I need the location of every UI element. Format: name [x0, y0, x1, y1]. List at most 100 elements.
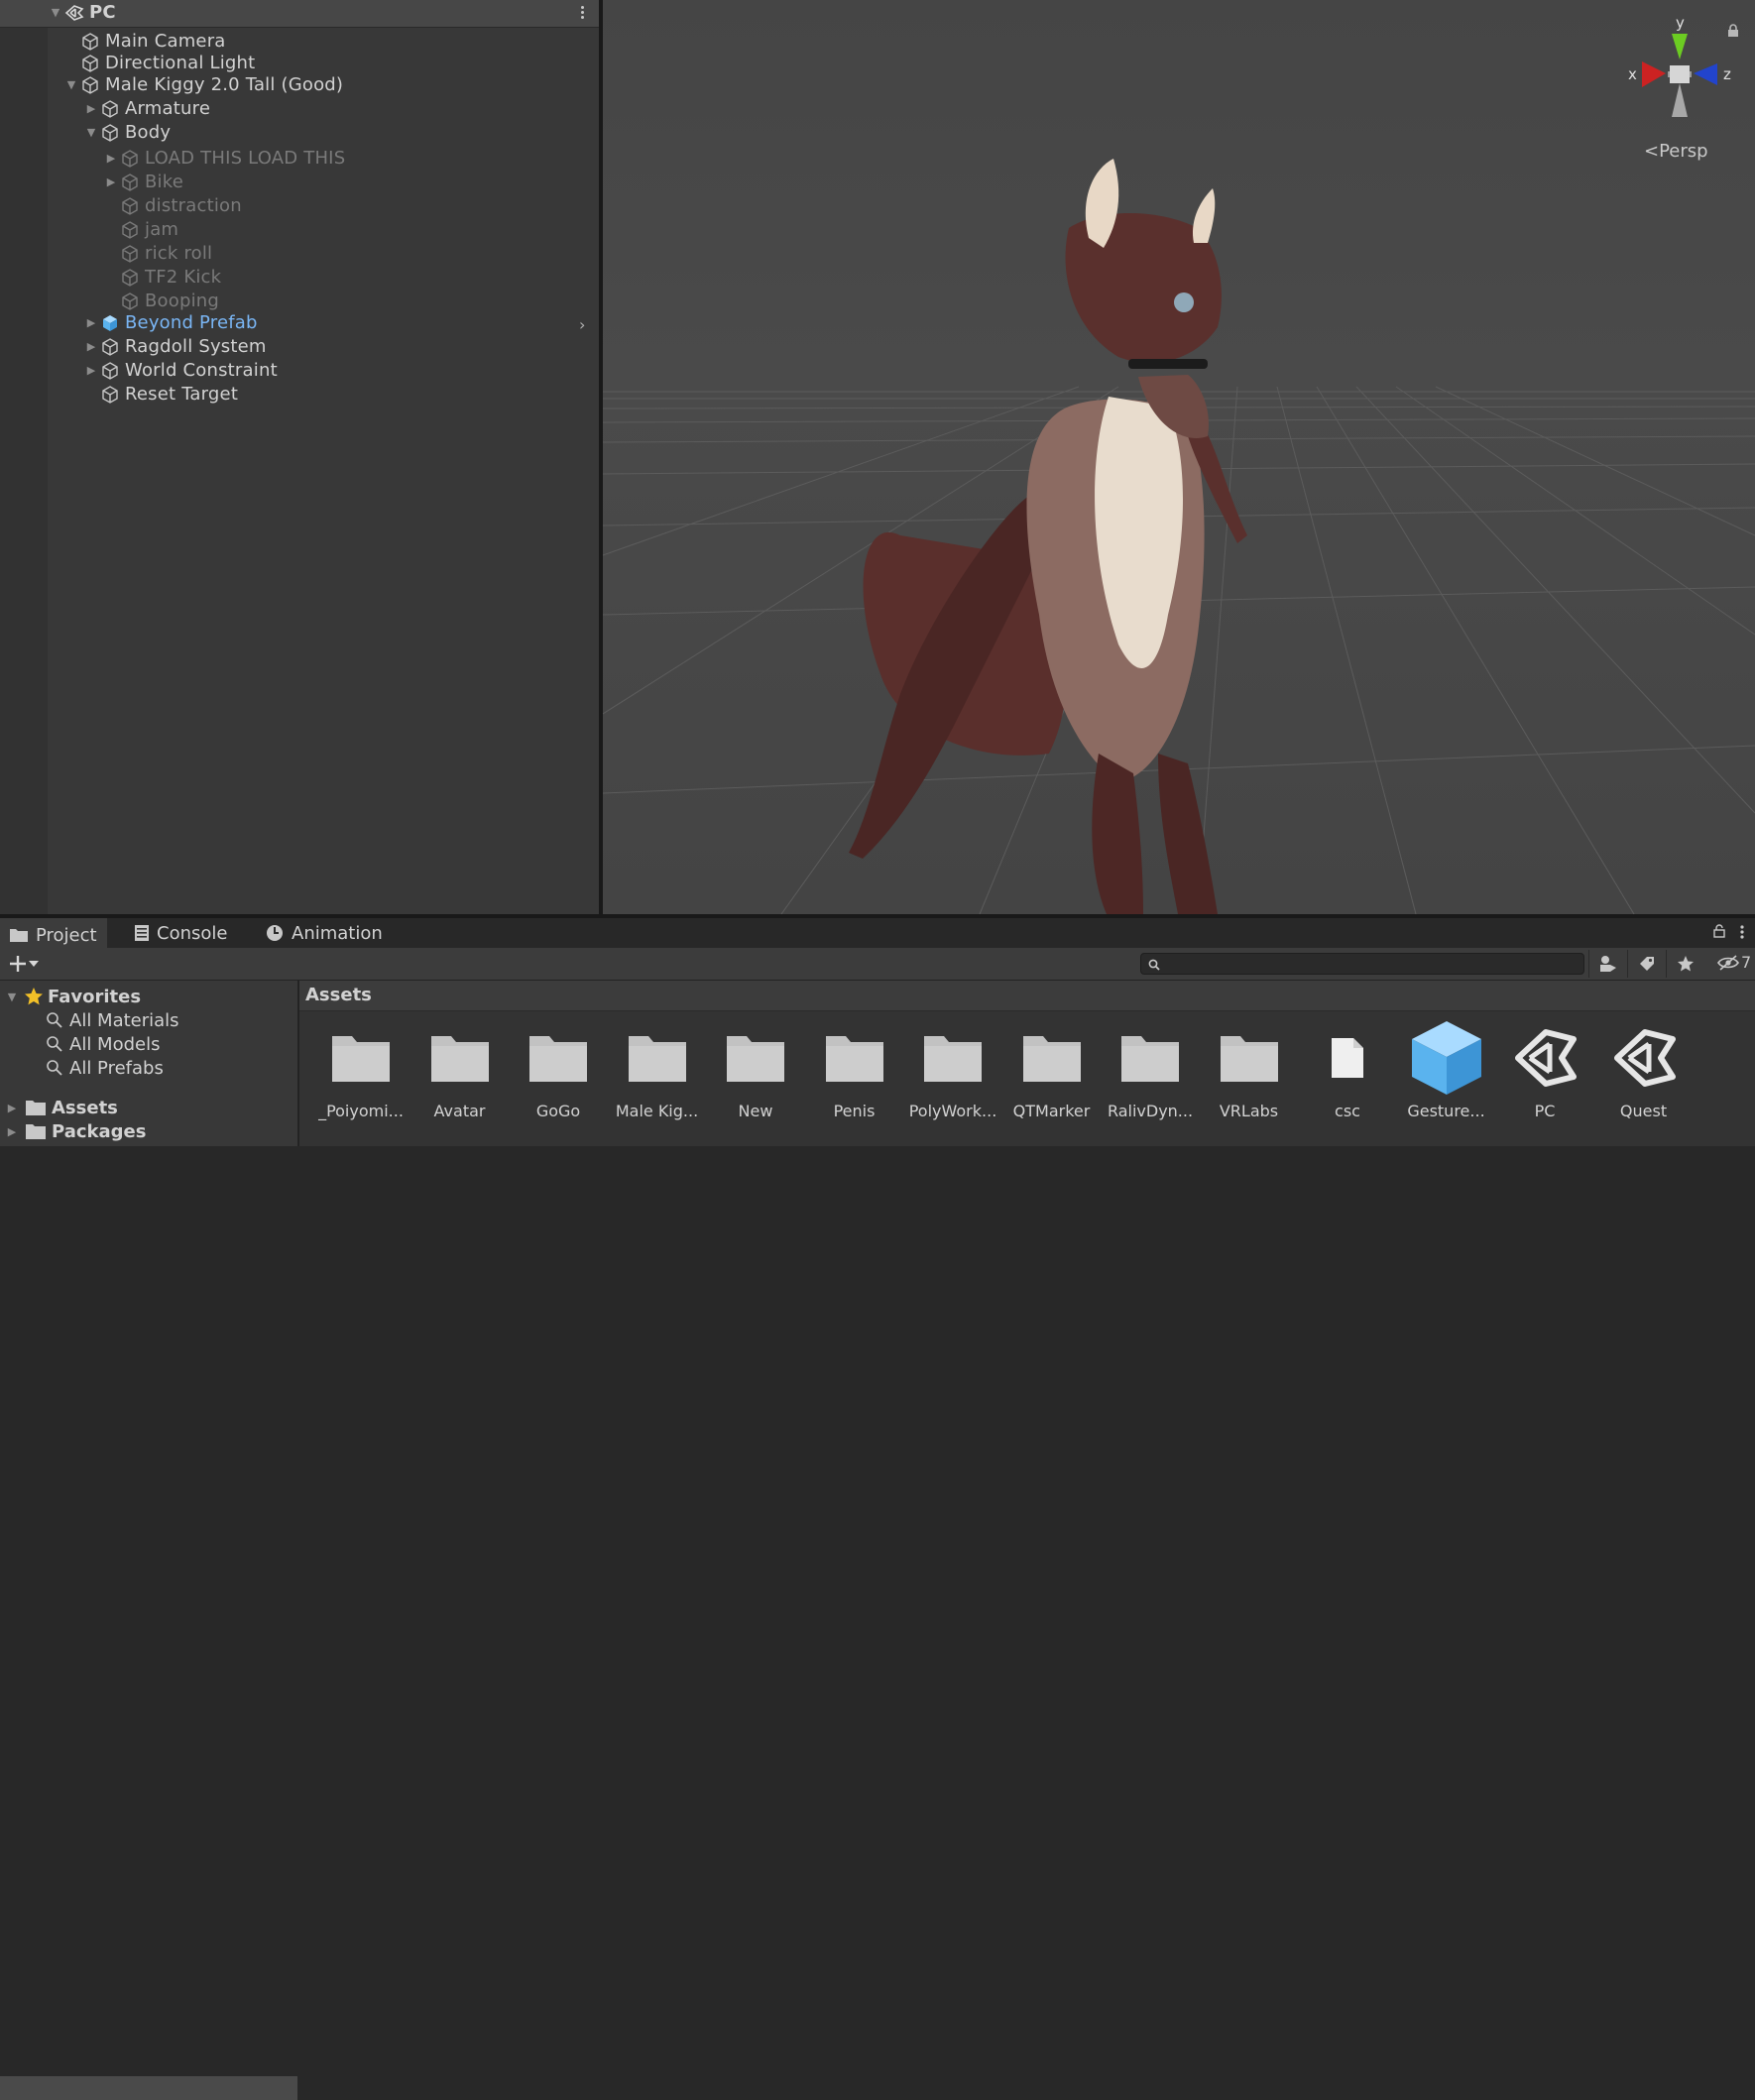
scene-view[interactable]: y x z <Persp — [603, 0, 1755, 914]
search-by-label-button[interactable] — [1627, 950, 1666, 978]
asset-tile[interactable]: Gesture... — [1399, 1018, 1494, 1137]
hierarchy-item-inactive[interactable]: jam — [119, 218, 178, 242]
folder-icon — [420, 1018, 500, 1098]
asset-tile[interactable]: QTMarker — [1004, 1018, 1100, 1137]
hierarchy-item[interactable]: Directional Light — [79, 52, 255, 75]
hierarchy-item-label: Body — [125, 122, 172, 143]
asset-tile[interactable]: csc — [1300, 1018, 1395, 1137]
collapsed-arrow-icon[interactable]: ▶ — [83, 311, 99, 335]
hierarchy-item-inactive[interactable]: ▶ LOAD THIS LOAD THIS — [103, 147, 345, 171]
collapsed-arrow-icon[interactable]: ▶ — [83, 335, 99, 359]
asset-tile[interactable]: PC — [1497, 1018, 1592, 1137]
gizmo-z-label: z — [1723, 65, 1731, 83]
save-search-button[interactable] — [1666, 950, 1704, 978]
hierarchy-item[interactable]: ▶ Armature — [83, 97, 210, 121]
asset-name: New — [738, 1102, 773, 1120]
tree-favorites[interactable]: ▼ Favorites — [4, 985, 141, 1008]
collapsed-arrow-icon[interactable]: ▶ — [103, 147, 119, 171]
tree-favorite-item[interactable]: All Prefabs — [46, 1056, 164, 1080]
folder-icon — [618, 1018, 697, 1098]
expand-arrow-icon[interactable]: ▼ — [63, 73, 79, 97]
hierarchy-item-inactive[interactable]: distraction — [119, 194, 242, 218]
asset-name: _Poiyomi... — [318, 1102, 404, 1120]
asset-tile[interactable]: New — [708, 1018, 803, 1137]
tree-favorite-item[interactable]: All Models — [46, 1032, 160, 1056]
hidden-packages-toggle[interactable]: 7 — [1717, 953, 1751, 972]
gameobject-cube-icon — [79, 74, 101, 96]
expand-arrow-icon[interactable]: ▼ — [83, 121, 99, 145]
asset-tile[interactable]: Avatar — [412, 1018, 508, 1137]
hierarchy-item[interactable]: ▶ World Constraint — [83, 359, 278, 383]
tree-favorite-item[interactable]: All Materials — [46, 1008, 179, 1032]
asset-tile[interactable]: Penis — [807, 1018, 902, 1137]
lock-icon[interactable] — [1713, 924, 1725, 938]
more-options-icon[interactable] — [1739, 924, 1745, 940]
collapsed-arrow-icon[interactable]: ▶ — [83, 97, 99, 121]
file-icon — [1308, 1018, 1387, 1098]
z-axis-cone[interactable] — [1694, 63, 1717, 85]
collapsed-arrow-icon[interactable]: ▶ — [4, 1102, 20, 1114]
y-axis-cone[interactable] — [1672, 34, 1688, 59]
hierarchy-item[interactable]: ▼ Male Kiggy 2.0 Tall (Good) — [63, 73, 343, 97]
hierarchy-item[interactable]: ▶ Ragdoll System — [83, 335, 267, 359]
eye-hidden-icon — [1717, 954, 1739, 971]
hierarchy-item-inactive[interactable]: ▶ Bike — [103, 171, 183, 194]
tree-root-assets[interactable]: ▶ Assets — [4, 1096, 118, 1119]
tab-bar-controls — [1713, 924, 1745, 940]
search-input[interactable] — [1140, 953, 1584, 975]
folder-icon — [10, 929, 28, 942]
asset-tile[interactable]: RalivDyn... — [1103, 1018, 1198, 1137]
scene-name: PC — [89, 2, 116, 23]
prefab-open-chevron-icon[interactable]: › — [579, 315, 585, 334]
asset-name: PC — [1534, 1102, 1556, 1120]
search-icon — [1148, 959, 1160, 971]
folder-icon — [815, 1018, 894, 1098]
expand-arrow-icon[interactable]: ▼ — [4, 991, 20, 1003]
gameobject-cube-icon — [119, 172, 141, 193]
asset-tile[interactable]: GoGo — [511, 1018, 606, 1137]
hierarchy-item[interactable]: Reset Target — [99, 383, 238, 407]
collapsed-arrow-icon[interactable]: ▶ — [4, 1125, 20, 1138]
tree-root-packages[interactable]: ▶ Packages — [4, 1119, 147, 1143]
hierarchy-item-label: Armature — [125, 98, 211, 119]
gizmo-x-label: x — [1628, 65, 1637, 83]
gizmo-center-cube[interactable] — [1670, 65, 1690, 83]
asset-name: csc — [1335, 1102, 1360, 1120]
asset-name: Avatar — [433, 1102, 486, 1120]
asset-tile[interactable]: Quest — [1596, 1018, 1692, 1137]
collapsed-arrow-icon[interactable]: ▶ — [83, 359, 99, 383]
gameobject-cube-icon — [119, 243, 141, 265]
projection-label: Persp — [1659, 141, 1708, 162]
hierarchy-item-inactive[interactable]: TF2 Kick — [119, 266, 221, 290]
hierarchy-item-prefab[interactable]: ▶ Beyond Prefab — [83, 311, 258, 335]
scene-header-row[interactable]: ▼ PC — [0, 0, 599, 28]
lock-icon[interactable] — [1727, 24, 1739, 38]
gameobject-cube-icon — [99, 336, 121, 358]
hierarchy-item[interactable]: ▼ Body — [83, 121, 171, 145]
breadcrumb[interactable]: Assets — [305, 985, 372, 1005]
tab-console[interactable]: Console — [125, 918, 237, 948]
tab-animation[interactable]: Animation — [256, 918, 393, 948]
hierarchy-item-inactive[interactable]: Booping — [119, 290, 219, 313]
orientation-gizmo[interactable]: y x z — [1596, 14, 1745, 133]
collapsed-arrow-icon[interactable]: ▶ — [103, 171, 119, 194]
tab-project[interactable]: Project — [0, 918, 107, 950]
create-button[interactable] — [8, 952, 48, 976]
asset-tile[interactable]: PolyWork... — [905, 1018, 1000, 1137]
search-icon — [47, 1060, 62, 1076]
asset-tile[interactable]: _Poiyomi... — [313, 1018, 409, 1137]
search-by-type-button[interactable] — [1588, 950, 1627, 978]
asset-tile[interactable]: VRLabs — [1202, 1018, 1297, 1137]
scene-options-icon[interactable] — [579, 5, 585, 21]
hierarchy-item-label: Male Kiggy 2.0 Tall (Good) — [105, 74, 344, 95]
asset-tile[interactable]: Male Kig... — [610, 1018, 705, 1137]
scene-header[interactable]: ▼ PC — [48, 1, 116, 25]
gizmo-y-label: y — [1676, 14, 1685, 32]
neg-y-axis-cone[interactable] — [1672, 83, 1688, 117]
hierarchy-item-label: jam — [145, 219, 179, 240]
expand-arrow-icon[interactable]: ▼ — [48, 1, 63, 25]
hierarchy-item[interactable]: Main Camera — [79, 30, 226, 54]
x-axis-cone[interactable] — [1642, 61, 1666, 87]
hierarchy-item-inactive[interactable]: rick roll — [119, 242, 212, 266]
projection-toggle[interactable]: <Persp — [1644, 141, 1708, 162]
